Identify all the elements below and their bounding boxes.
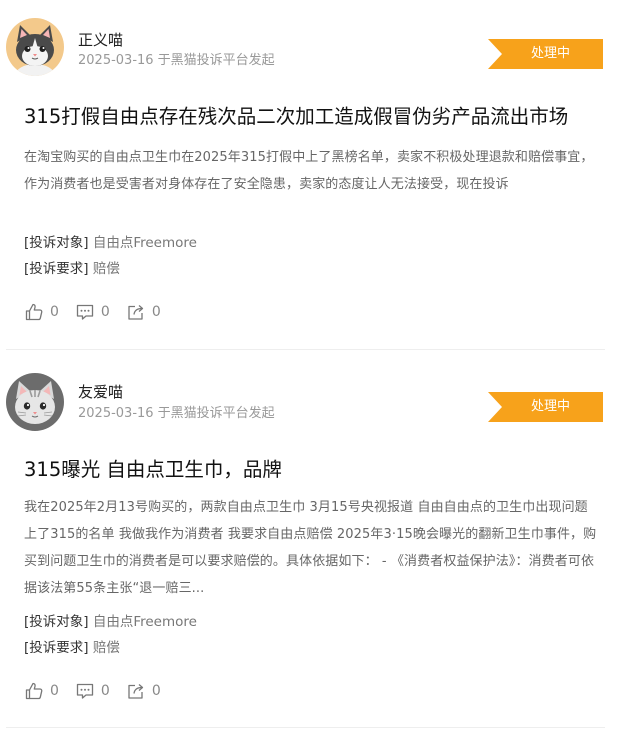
- like-button[interactable]: 0: [24, 302, 59, 322]
- user-avatar[interactable]: [6, 373, 64, 431]
- complaint-target: [投诉对象] 自由点Freemore: [24, 233, 197, 253]
- complaint-title[interactable]: 315曝光 自由点卫生巾，品牌: [24, 457, 604, 483]
- cat-avatar-icon: [6, 373, 64, 431]
- share-count: 0: [151, 683, 161, 699]
- card-divider: [6, 349, 605, 350]
- share-count: 0: [151, 304, 161, 320]
- complaint-target-label: [投诉对象]: [24, 614, 89, 630]
- user-avatar[interactable]: [6, 18, 64, 76]
- complaint-target-label: [投诉对象]: [24, 235, 89, 251]
- comment-button[interactable]: 0: [75, 302, 110, 322]
- complaint-title[interactable]: 315打假自由点存在残次品二次加工造成假冒伪劣产品流出市场: [24, 104, 604, 130]
- share-button[interactable]: 0: [126, 302, 161, 322]
- post-meta: 2025-03-16 于黑猫投诉平台发起: [78, 53, 275, 68]
- complaint-demand-label: [投诉要求]: [24, 261, 89, 277]
- complaint-target-value[interactable]: 自由点Freemore: [93, 614, 197, 630]
- status-badge: 处理中: [488, 392, 603, 422]
- complaint-demand: [投诉要求] 赔偿: [24, 259, 120, 279]
- complaint-feed: 正义喵 2025-03-16 于黑猫投诉平台发起 处理中 315打假自由点存在残…: [0, 0, 625, 732]
- comment-icon: [76, 683, 94, 699]
- comment-icon: [76, 304, 94, 320]
- comment-count: 0: [100, 683, 110, 699]
- complaint-demand-label: [投诉要求]: [24, 640, 89, 656]
- share-button[interactable]: 0: [126, 681, 161, 701]
- comment-count: 0: [100, 304, 110, 320]
- like-count: 0: [50, 304, 59, 320]
- share-icon: [128, 305, 143, 320]
- status-badge: 处理中: [488, 39, 603, 69]
- complaint-description[interactable]: 我在2025年2月13号购买的，两款自由点卫生巾 3月15号央视报道 自由自由点…: [24, 494, 599, 602]
- user-name[interactable]: 友爱喵: [78, 382, 123, 402]
- complaint-description[interactable]: 在淘宝购买的自由点卫生巾在2025年315打假中上了黑榜名单，卖家不积极处理退款…: [24, 144, 599, 198]
- post-actions: 0 0 0: [24, 301, 177, 323]
- complaint-target: [投诉对象] 自由点Freemore: [24, 612, 197, 632]
- like-count: 0: [50, 683, 59, 699]
- comment-button[interactable]: 0: [75, 681, 110, 701]
- post-actions: 0 0 0: [24, 680, 177, 702]
- complaint-target-value[interactable]: 自由点Freemore: [93, 235, 197, 251]
- complaint-card[interactable]: 正义喵 2025-03-16 于黑猫投诉平台发起 处理中 315打假自由点存在残…: [0, 0, 625, 365]
- card-divider: [6, 727, 605, 728]
- complaint-demand-value: 赔偿: [92, 261, 120, 277]
- complaint-demand-value: 赔偿: [92, 640, 120, 656]
- thumbs-up-icon: [25, 682, 43, 700]
- complaint-card[interactable]: 友爱喵 2025-03-16 于黑猫投诉平台发起 处理中 315曝光 自由点卫生…: [0, 365, 625, 732]
- share-icon: [128, 684, 143, 699]
- cat-avatar-icon: [6, 18, 64, 76]
- complaint-demand: [投诉要求] 赔偿: [24, 638, 120, 658]
- thumbs-up-icon: [25, 303, 43, 321]
- user-name[interactable]: 正义喵: [78, 30, 123, 50]
- post-meta: 2025-03-16 于黑猫投诉平台发起: [78, 406, 275, 421]
- like-button[interactable]: 0: [24, 681, 59, 701]
